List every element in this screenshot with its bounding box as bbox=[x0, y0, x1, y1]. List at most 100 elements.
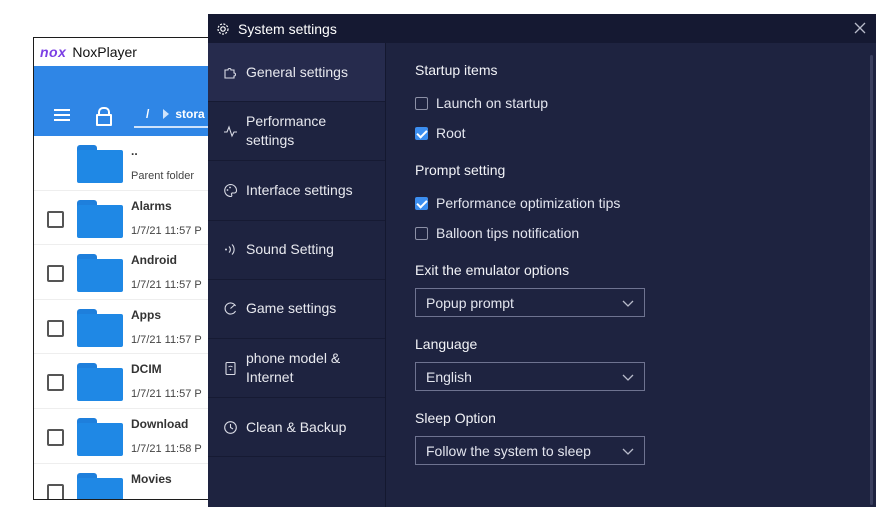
exit-options-heading: Exit the emulator options bbox=[415, 262, 570, 278]
file-checkbox[interactable] bbox=[47, 210, 64, 228]
root-checkbox[interactable] bbox=[415, 126, 428, 140]
scrollbar[interactable] bbox=[870, 55, 873, 505]
nox-header-bar bbox=[34, 66, 224, 94]
file-date: 1/7/21 11:57 P bbox=[131, 279, 202, 292]
file-date: 1/7/21 11:57 P bbox=[131, 388, 202, 401]
folder-icon bbox=[77, 417, 123, 456]
pulse-icon bbox=[222, 123, 238, 139]
dialog-titlebar: System settings bbox=[208, 14, 876, 43]
sleep-option-value: Follow the system to sleep bbox=[426, 442, 591, 459]
folder-icon bbox=[77, 363, 123, 402]
file-row[interactable]: DCIM 1/7/21 11:57 P bbox=[34, 354, 224, 409]
file-row[interactable]: Alarms 1/7/21 11:57 P bbox=[34, 191, 224, 246]
system-settings-dialog: System settings General settings Performa… bbox=[208, 14, 876, 507]
file-row[interactable]: Android 1/7/21 11:57 P bbox=[34, 245, 224, 300]
launch-on-startup-checkbox[interactable] bbox=[415, 96, 428, 110]
file-date: 1/7/21 11:58 P bbox=[131, 442, 202, 455]
settings-sidebar: General settings Performance settings Inte… bbox=[208, 43, 385, 507]
launch-on-startup-option[interactable]: Launch on startup bbox=[415, 95, 548, 111]
file-row[interactable]: Movies bbox=[34, 464, 224, 499]
nox-titlebar: nox NoxPlayer bbox=[34, 38, 224, 66]
game-icon bbox=[222, 301, 238, 317]
file-checkbox[interactable] bbox=[47, 265, 64, 283]
file-row[interactable]: Download 1/7/21 11:58 P bbox=[34, 409, 224, 464]
file-name: Apps bbox=[131, 307, 161, 322]
performance-tips-label: Performance optimization tips bbox=[436, 195, 621, 211]
file-date: 1/7/21 11:57 P bbox=[131, 333, 202, 346]
file-name: Android bbox=[131, 253, 177, 268]
dialog-title: System settings bbox=[238, 20, 337, 37]
nav-item-sound-setting[interactable]: Sound Setting bbox=[208, 221, 385, 280]
language-select[interactable]: English bbox=[415, 362, 645, 391]
gear-icon bbox=[216, 22, 230, 36]
nox-logo: nox bbox=[40, 44, 67, 60]
nav-item-label: General settings bbox=[246, 63, 348, 80]
file-name: Alarms bbox=[131, 198, 172, 213]
file-name: DCIM bbox=[131, 362, 162, 377]
language-heading: Language bbox=[415, 336, 478, 352]
folder-icon bbox=[77, 472, 123, 499]
startup-items-heading: Startup items bbox=[415, 62, 498, 78]
lock-icon[interactable] bbox=[96, 107, 112, 126]
file-name: Download bbox=[131, 416, 189, 431]
palette-icon bbox=[222, 182, 238, 198]
balloon-tips-checkbox[interactable] bbox=[415, 226, 428, 240]
path-root: / bbox=[146, 107, 150, 121]
file-checkbox[interactable] bbox=[47, 374, 64, 392]
chevron-down-icon bbox=[622, 296, 634, 308]
path-arrow-icon bbox=[163, 109, 170, 119]
nav-item-label: Sound Setting bbox=[246, 241, 334, 258]
nav-item-phone-model-internet[interactable]: phone model & Internet bbox=[208, 339, 385, 399]
nav-item-label: Performance settings bbox=[246, 113, 327, 149]
file-checkbox[interactable] bbox=[47, 428, 64, 446]
nav-item-interface-settings[interactable]: Interface settings bbox=[208, 161, 385, 221]
file-manager-toolbar: / stora bbox=[34, 94, 224, 136]
file-row[interactable]: Apps 1/7/21 11:57 P bbox=[34, 300, 224, 355]
file-checkbox[interactable] bbox=[47, 319, 64, 337]
file-row[interactable]: .. Parent folder bbox=[34, 136, 224, 191]
nav-item-label: Game settings bbox=[246, 300, 337, 317]
puzzle-icon bbox=[222, 64, 238, 80]
clock-icon bbox=[222, 419, 238, 435]
launch-on-startup-label: Launch on startup bbox=[436, 95, 549, 111]
file-list: .. Parent folder Alarms 1/7/21 11:57 P Andro… bbox=[34, 136, 224, 499]
folder-icon bbox=[77, 254, 123, 293]
performance-tips-option[interactable]: Performance optimization tips bbox=[415, 195, 620, 211]
menu-icon[interactable] bbox=[54, 109, 70, 121]
nav-item-label: Interface settings bbox=[246, 181, 353, 198]
file-date: Parent folder bbox=[131, 170, 194, 182]
path-segment: stora bbox=[175, 107, 205, 121]
performance-tips-checkbox[interactable] bbox=[415, 196, 428, 210]
exit-options-value: Popup prompt bbox=[426, 294, 514, 311]
close-icon[interactable] bbox=[852, 20, 868, 36]
chevron-down-icon bbox=[622, 444, 634, 456]
file-name: Movies bbox=[131, 471, 172, 486]
nox-app-name: NoxPlayer bbox=[72, 44, 137, 60]
sleep-option-select[interactable]: Follow the system to sleep bbox=[415, 436, 645, 465]
chevron-down-icon bbox=[622, 370, 634, 382]
root-option[interactable]: Root bbox=[415, 125, 466, 141]
nav-item-general-settings[interactable]: General settings bbox=[208, 43, 385, 103]
sound-icon bbox=[222, 242, 238, 258]
phone-icon bbox=[222, 360, 238, 376]
prompt-setting-heading: Prompt setting bbox=[415, 162, 506, 178]
balloon-tips-option[interactable]: Balloon tips notification bbox=[415, 225, 579, 241]
root-label: Root bbox=[436, 125, 466, 141]
folder-icon bbox=[77, 308, 123, 347]
file-name: .. bbox=[131, 144, 138, 158]
sleep-option-heading: Sleep Option bbox=[415, 410, 496, 426]
file-checkbox[interactable] bbox=[47, 483, 64, 499]
general-settings-panel: Startup items Launch on startup Root Pro… bbox=[386, 43, 876, 507]
nav-item-label: Clean & Backup bbox=[246, 418, 347, 435]
file-date: 1/7/21 11:57 P bbox=[131, 224, 202, 237]
folder-icon bbox=[77, 199, 123, 238]
nav-item-performance-settings[interactable]: Performance settings bbox=[208, 102, 385, 162]
language-value: English bbox=[426, 368, 472, 385]
exit-options-select[interactable]: Popup prompt bbox=[415, 288, 645, 317]
nav-item-clean-backup[interactable]: Clean & Backup bbox=[208, 398, 385, 458]
folder-icon bbox=[77, 145, 123, 183]
balloon-tips-label: Balloon tips notification bbox=[436, 225, 580, 241]
noxplayer-window: nox NoxPlayer / stora .. Parent folder Ala… bbox=[33, 37, 225, 500]
nav-item-label: phone model & Internet bbox=[246, 350, 341, 386]
nav-item-game-settings[interactable]: Game settings bbox=[208, 280, 385, 339]
